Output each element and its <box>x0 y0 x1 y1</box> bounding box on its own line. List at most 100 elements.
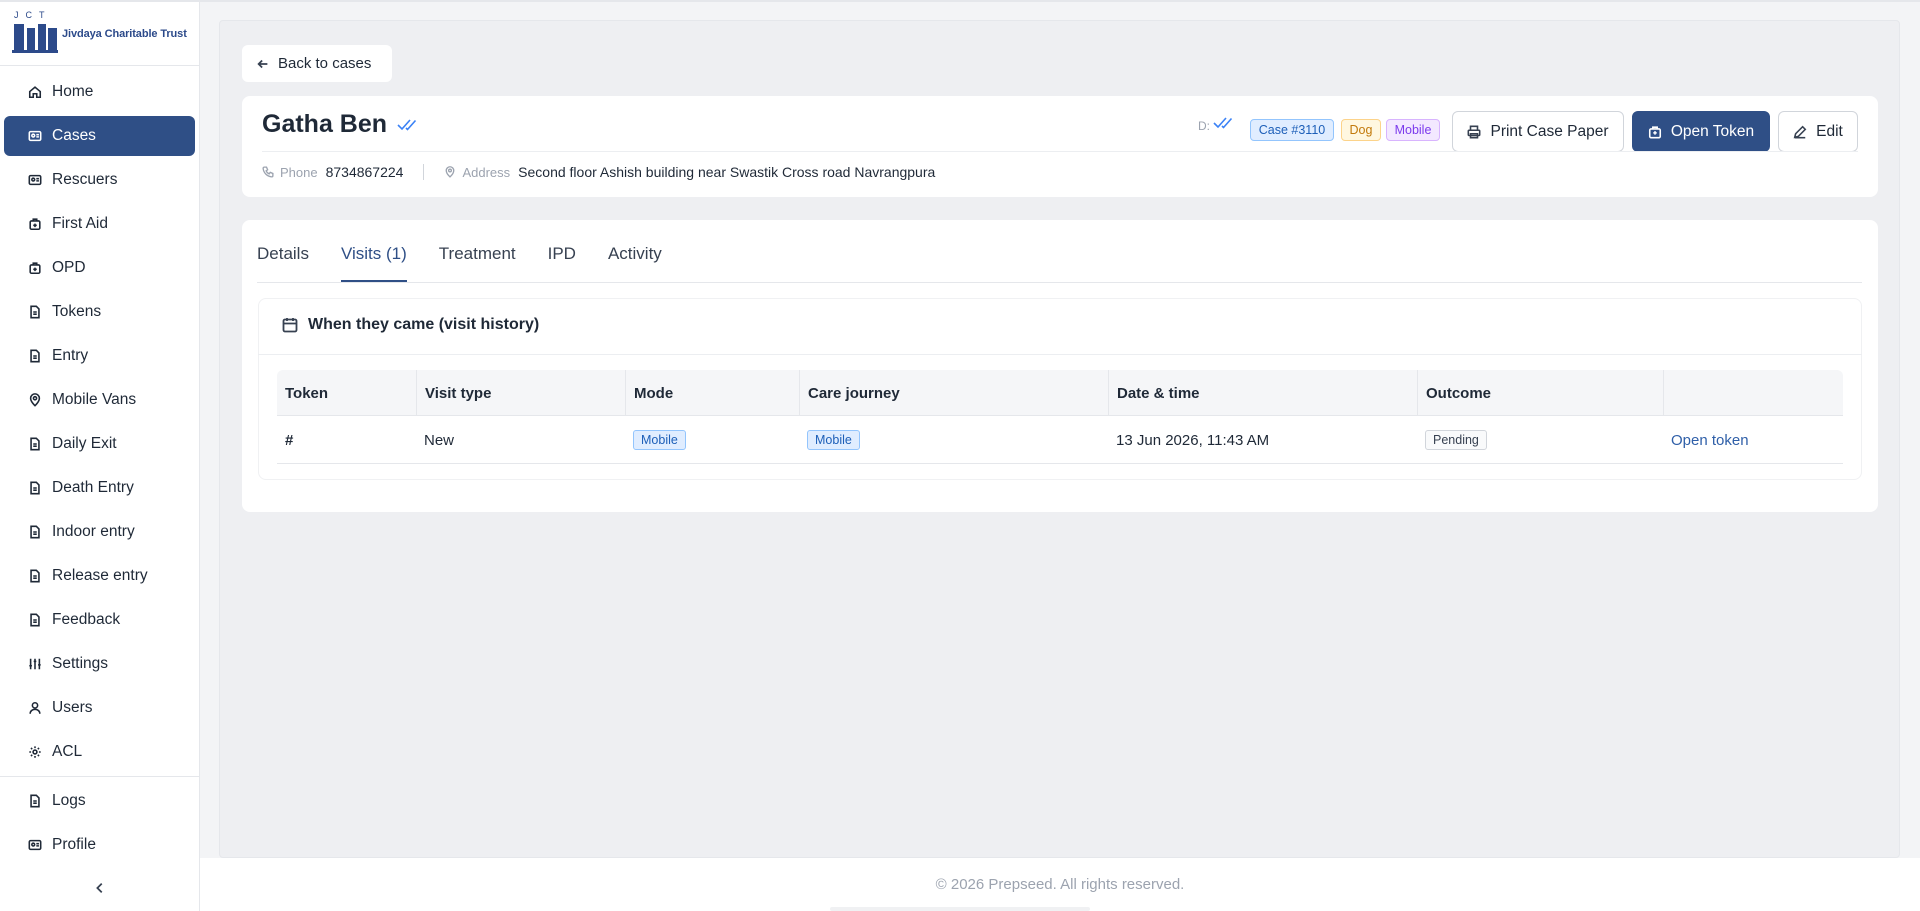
mode-tag: Mobile <box>633 430 686 450</box>
calendar-icon <box>282 318 298 333</box>
daily-exit-icon <box>28 437 42 451</box>
sidebar-item-acl[interactable]: ACL <box>4 732 195 772</box>
sidebar-item-feedback[interactable]: Feedback <box>4 600 195 640</box>
sidebar-item-home[interactable]: Home <box>4 72 195 112</box>
column-header-care-journey: Care journey <box>799 370 1108 416</box>
tab-ipd[interactable]: IPD <box>548 240 576 282</box>
collapse-sidebar-button[interactable] <box>90 878 110 898</box>
death-entry-icon <box>28 481 42 495</box>
file-icon <box>28 794 42 808</box>
open-token-link[interactable]: Open token <box>1671 432 1749 449</box>
sidebar-item-indoor-entry[interactable]: Indoor entry <box>4 512 195 552</box>
phone-value[interactable]: 8734867224 <box>326 164 404 180</box>
cell-token: # <box>285 431 294 449</box>
copyright-text: © 2026 Prepseed. All rights reserved. <box>935 876 1185 893</box>
sidebar-item-label: Cases <box>52 127 96 144</box>
print-button-label: Print Case Paper <box>1490 122 1609 140</box>
sidebar-item-users[interactable]: Users <box>4 688 195 728</box>
user-icon <box>28 701 42 715</box>
cell-outcome: Pending <box>1417 416 1663 464</box>
back-button-label: Back to cases <box>278 55 372 72</box>
sidebar-item-release-entry[interactable]: Release entry <box>4 556 195 596</box>
edit-button[interactable]: Edit <box>1778 111 1858 152</box>
address-label: Address <box>462 164 511 180</box>
sidebar-item-entry[interactable]: Entry <box>4 336 195 376</box>
logo-initials: JCT <box>14 10 52 20</box>
release-entry-icon <box>28 569 42 583</box>
sliders-icon <box>28 657 42 671</box>
gear-icon <box>28 745 42 759</box>
brand-logo[interactable]: JCT Jivdaya Charitable Trust <box>12 10 187 54</box>
tab-activity[interactable]: Activity <box>608 240 662 282</box>
home-icon <box>28 85 42 99</box>
tab-visits[interactable]: Visits (1) <box>340 240 407 282</box>
sidebar-item-label: Release entry <box>52 567 148 584</box>
sidebar-item-label: Indoor entry <box>52 523 135 540</box>
cell-date-time: 13 Jun 2026, 11:43 AM <box>1116 431 1270 449</box>
pencil-icon <box>1793 125 1807 138</box>
sidebar-item-label: ACL <box>52 743 83 760</box>
sidebar-item-label: Logs <box>52 792 86 809</box>
tokens-icon <box>28 305 42 319</box>
tab-bar: Details Visits (1) Treatment IPD Activit… <box>257 240 694 282</box>
d-label: D: <box>1198 119 1210 133</box>
sidebar-item-tokens[interactable]: Tokens <box>4 292 195 332</box>
sidebar-item-mobile-vans[interactable]: Mobile Vans <box>4 380 195 420</box>
sidebar-item-death-entry[interactable]: Death Entry <box>4 468 195 508</box>
double-check-icon <box>1213 116 1237 130</box>
id-card-icon <box>28 838 42 852</box>
sidebar-item-label: Home <box>52 83 94 100</box>
sidebar-item-daily-exit[interactable]: Daily Exit <box>4 424 195 464</box>
care-journey-tag: Mobile <box>807 430 860 450</box>
entry-icon <box>28 349 42 363</box>
sidebar-item-opd[interactable]: OPD <box>4 248 195 288</box>
section-title-text: When they came (visit history) <box>308 316 540 333</box>
sidebar-item-cases[interactable]: Cases <box>4 116 195 156</box>
divider <box>0 65 199 66</box>
sidebar-item-settings[interactable]: Settings <box>4 644 195 684</box>
brand-name: Jivdaya Charitable Trust <box>62 28 187 40</box>
phone-icon <box>262 166 274 178</box>
indoor-entry-icon <box>28 525 42 539</box>
chevron-left-icon <box>96 883 103 893</box>
feedback-icon <box>28 613 42 627</box>
sidebar-item-label: Users <box>52 699 93 716</box>
tab-treatment[interactable]: Treatment <box>439 240 516 282</box>
contact-info: Phone 8734867224 Address Second floor As… <box>262 163 935 181</box>
column-header-mode: Mode <box>625 370 799 416</box>
double-check-icon <box>397 118 421 132</box>
sidebar-item-label: Entry <box>52 347 89 364</box>
sidebar-item-profile[interactable]: Profile <box>4 825 195 865</box>
edit-button-label: Edit <box>1816 122 1843 140</box>
tab-details[interactable]: Details <box>257 240 309 282</box>
open-token-button[interactable]: Open Token <box>1632 111 1770 152</box>
back-to-cases-button[interactable]: Back to cases <box>242 45 392 82</box>
footer: © 2026 Prepseed. All rights reserved. <box>200 858 1920 911</box>
divider <box>257 282 1862 283</box>
divider <box>423 164 425 180</box>
sidebar-item-label: Rescuers <box>52 171 118 188</box>
section-title: When they came (visit history) <box>282 316 539 334</box>
column-header-outcome: Outcome <box>1417 370 1663 416</box>
cell-visit-type: New <box>424 431 455 449</box>
column-header-visit-type: Visit type <box>416 370 625 416</box>
sidebar-nav-bottom: Logs Profile <box>4 781 195 869</box>
logo-mark-icon: JCT <box>12 10 58 54</box>
divider <box>262 151 1858 152</box>
cell-action: Open token <box>1663 416 1843 464</box>
sidebar-item-label: First Aid <box>52 215 108 232</box>
print-case-paper-button[interactable]: Print Case Paper <box>1452 111 1624 152</box>
rescuers-icon <box>28 173 42 187</box>
open-token-label: Open Token <box>1670 122 1755 140</box>
column-header-actions <box>1663 370 1843 416</box>
sidebar-item-label: Daily Exit <box>52 435 117 452</box>
sidebar-item-logs[interactable]: Logs <box>4 781 195 821</box>
table-row: # New Mobile Mobile 13 Jun 2026, 11:43 A… <box>277 416 1843 464</box>
sidebar-item-rescuers[interactable]: Rescuers <box>4 160 195 200</box>
top-border <box>0 0 1920 2</box>
sidebar-item-label: Settings <box>52 655 109 672</box>
sidebar-nav: Home Cases Rescuers First Aid OPD Tokens… <box>4 72 195 776</box>
sidebar-item-label: Mobile Vans <box>52 391 137 408</box>
sidebar-item-label: Feedback <box>52 611 121 628</box>
sidebar-item-first-aid[interactable]: First Aid <box>4 204 195 244</box>
